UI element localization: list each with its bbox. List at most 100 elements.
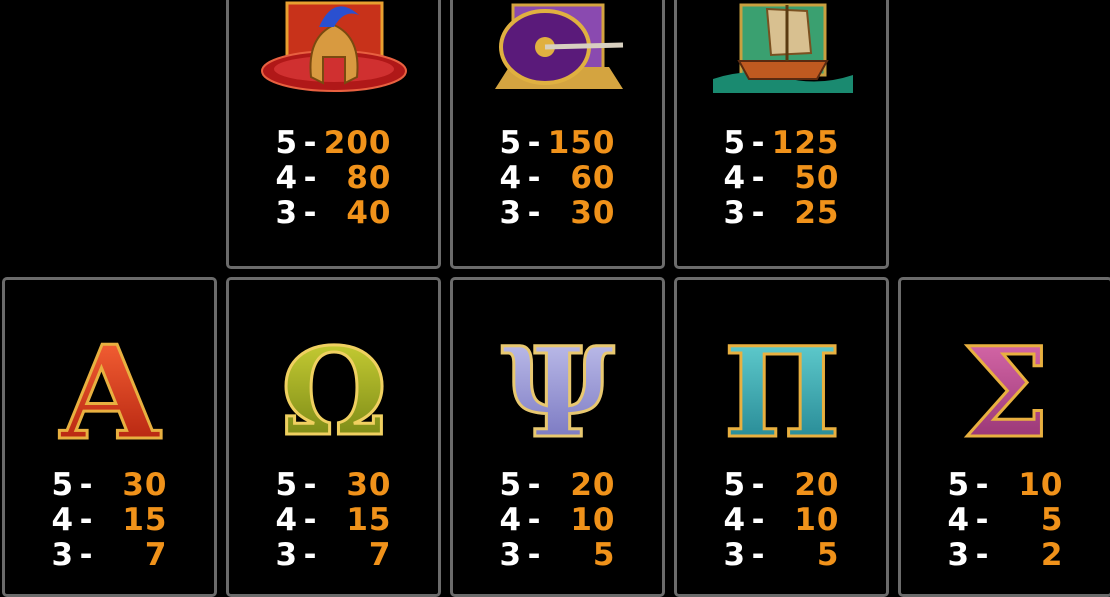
match-count: 4 (723, 160, 747, 196)
payout-value: 80 (346, 160, 392, 196)
payout-list: 5-30 4-15 3- 7 (5, 468, 214, 573)
match-count: 3 (947, 537, 971, 573)
match-count: 5 (723, 467, 747, 503)
ship-symbol (677, 0, 886, 97)
payout-row: 5-125 (677, 126, 886, 161)
paytable-card-psi: Ψ 5-20 4-10 3-5 (450, 277, 665, 597)
match-count: 4 (275, 502, 299, 538)
payout-row: 4-50 (677, 161, 886, 196)
separator: - (79, 502, 94, 538)
svg-text:Ω: Ω (280, 332, 387, 444)
match-count: 5 (947, 467, 971, 503)
payout-value: 200 (323, 125, 392, 161)
payout-value: 5 (816, 537, 840, 573)
alpha-symbol: Α (5, 332, 214, 444)
payout-value: 60 (570, 160, 616, 196)
separator: - (975, 502, 990, 538)
sigma-symbol: Σ (901, 332, 1110, 444)
omega-symbol: Ω (229, 332, 438, 444)
svg-text:Π: Π (723, 332, 840, 444)
payout-row: 3-25 (677, 196, 886, 231)
payout-row: 3- 7 (5, 538, 214, 573)
payout-row: 3- 2 (901, 538, 1110, 573)
payout-value: 7 (368, 537, 392, 573)
payout-row: 5-150 (453, 126, 662, 161)
separator: - (303, 537, 318, 573)
payout-row: 3- 7 (229, 538, 438, 573)
payout-value: 50 (794, 160, 840, 196)
payout-value: 25 (794, 195, 840, 231)
match-count: 4 (51, 502, 75, 538)
payout-row: 4- 5 (901, 503, 1110, 538)
paytable-card-alpha: Α 5-30 4-15 3- 7 (2, 277, 217, 597)
payout-list: 5-200 4-80 3-40 (229, 126, 438, 231)
match-count: 4 (499, 160, 523, 196)
match-count: 4 (275, 160, 299, 196)
psi-symbol: Ψ (453, 332, 662, 444)
payout-value: 20 (570, 467, 616, 503)
payout-row: 4-10 (453, 503, 662, 538)
separator: - (303, 125, 318, 161)
payout-value: 15 (346, 502, 392, 538)
payout-row: 5-20 (677, 468, 886, 503)
match-count: 5 (275, 125, 299, 161)
match-count: 5 (51, 467, 75, 503)
separator: - (527, 195, 542, 231)
separator: - (527, 502, 542, 538)
separator: - (527, 160, 542, 196)
separator: - (975, 467, 990, 503)
payout-row: 4-15 (5, 503, 214, 538)
match-count: 5 (499, 467, 523, 503)
separator: - (79, 537, 94, 573)
payout-value: 10 (570, 502, 616, 538)
match-count: 3 (275, 195, 299, 231)
paytable-card-ship: 5-125 4-50 3-25 (674, 0, 889, 269)
match-count: 3 (723, 195, 747, 231)
payout-value: 5 (592, 537, 616, 573)
payout-list: 5-20 4-10 3-5 (453, 468, 662, 573)
separator: - (751, 195, 766, 231)
separator: - (303, 160, 318, 196)
sigma-icon: Σ (960, 332, 1051, 444)
alpha-icon: Α (57, 332, 162, 444)
separator: - (303, 195, 318, 231)
payout-value: 30 (570, 195, 616, 231)
helmet-symbol (229, 0, 438, 97)
separator: - (527, 467, 542, 503)
paytable-card-pi: Π 5-20 4-10 3-5 (674, 277, 889, 597)
separator: - (751, 502, 766, 538)
trireme-ship-icon (712, 3, 853, 93)
payout-row: 3- 5 (677, 538, 886, 573)
payout-value: 15 (122, 502, 168, 538)
paytable-card-omega: Ω 5-30 4-15 3- 7 (226, 277, 441, 597)
payout-value: 30 (122, 467, 168, 503)
separator: - (751, 160, 766, 196)
payout-value: 150 (547, 125, 616, 161)
payout-list: 5-125 4-50 3-25 (677, 126, 886, 231)
shield-symbol (453, 0, 662, 97)
payout-value: 2 (1040, 537, 1064, 573)
payout-row: 5-30 (229, 468, 438, 503)
payout-row: 4-80 (229, 161, 438, 196)
spartan-helmet-icon (260, 1, 407, 92)
separator: - (527, 125, 542, 161)
shield-and-sword-icon (494, 3, 623, 89)
payout-value: 20 (794, 467, 840, 503)
payout-value: 125 (771, 125, 840, 161)
payout-row: 5-200 (229, 126, 438, 161)
payout-row: 5-10 (901, 468, 1110, 503)
match-count: 5 (499, 125, 523, 161)
separator: - (303, 502, 318, 538)
payout-row: 4-60 (453, 161, 662, 196)
payout-row: 3- 5 (453, 538, 662, 573)
match-count: 3 (275, 537, 299, 573)
match-count: 4 (723, 502, 747, 538)
separator: - (79, 467, 94, 503)
payout-row: 4-15 (229, 503, 438, 538)
omega-icon: Ω (279, 332, 389, 444)
match-count: 4 (947, 502, 971, 538)
paytable-card-helmet: 5-200 4-80 3-40 (226, 0, 441, 269)
match-count: 3 (499, 537, 523, 573)
payout-value: 30 (346, 467, 392, 503)
separator: - (751, 125, 766, 161)
